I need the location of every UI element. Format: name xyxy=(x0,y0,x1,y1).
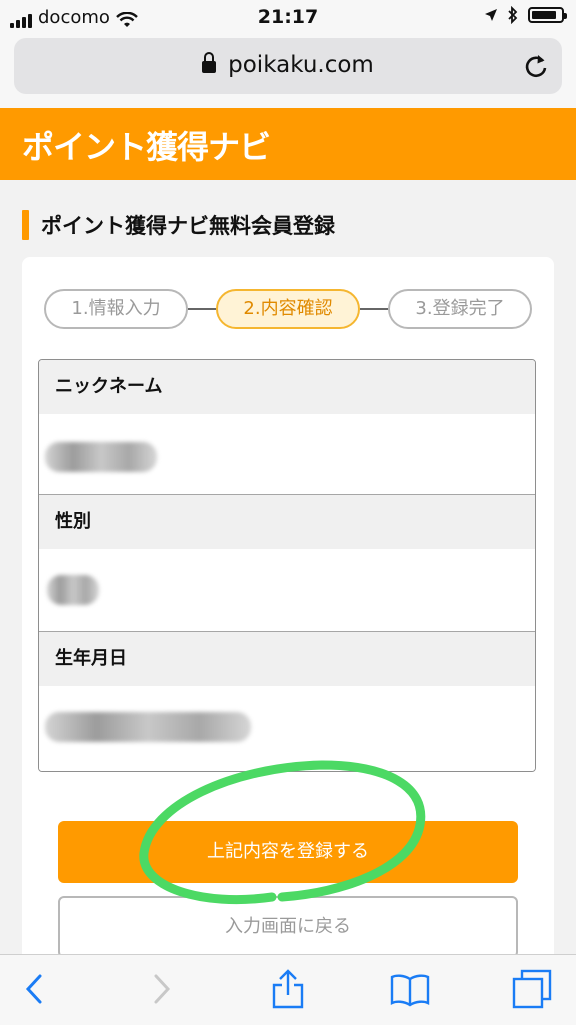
title-accent-bar xyxy=(22,210,29,240)
back-to-input-button[interactable]: 入力画面に戻る xyxy=(58,896,518,958)
page-title-block: ポイント獲得ナビ無料会員登録 xyxy=(22,210,335,240)
register-button[interactable]: 上記内容を登録する xyxy=(58,821,518,883)
browser-address-area: poikaku.com xyxy=(0,34,576,108)
battery-icon xyxy=(528,7,567,23)
status-right xyxy=(484,6,567,24)
step-complete: 3.登録完了 xyxy=(388,289,532,329)
page-title: ポイント獲得ナビ無料会員登録 xyxy=(41,214,335,238)
progress-steps: 1.情報入力 2.内容確認 3.登録完了 xyxy=(44,289,532,329)
back-icon[interactable] xyxy=(12,967,56,1011)
tabs-icon[interactable] xyxy=(510,967,554,1011)
url-display[interactable]: poikaku.com xyxy=(14,52,562,78)
site-logo[interactable]: ポイント獲得ナビ xyxy=(22,122,271,168)
address-bar[interactable]: poikaku.com xyxy=(14,38,562,94)
forward-icon[interactable] xyxy=(140,967,184,1011)
field-label-birthdate: 生年月日 xyxy=(39,632,535,686)
field-label-gender: 性別 xyxy=(39,495,535,549)
status-bar: docomo 21:17 xyxy=(0,0,576,34)
location-icon xyxy=(485,9,497,21)
step-connector xyxy=(360,308,388,310)
lock-icon xyxy=(202,52,217,73)
step-confirm: 2.内容確認 xyxy=(216,289,360,329)
step-input: 1.情報入力 xyxy=(44,289,188,329)
bookmarks-icon[interactable] xyxy=(388,967,432,1011)
site-header: ポイント獲得ナビ xyxy=(0,108,576,180)
bluetooth-icon xyxy=(508,6,518,24)
browser-toolbar xyxy=(0,954,576,1025)
field-label-nickname: ニックネーム xyxy=(39,360,535,414)
url-text: poikaku.com xyxy=(228,52,374,78)
field-value-gender xyxy=(39,549,535,629)
field-value-birthdate xyxy=(39,686,535,771)
reload-icon[interactable] xyxy=(522,52,550,80)
confirmation-table: ニックネーム 性別 生年月日 xyxy=(38,359,536,772)
share-icon[interactable] xyxy=(266,967,310,1011)
field-value-nickname xyxy=(39,414,535,494)
step-connector xyxy=(188,308,216,310)
registration-card: 1.情報入力 2.内容確認 3.登録完了 ニックネーム 性別 生年月日 上記内容… xyxy=(22,257,554,977)
